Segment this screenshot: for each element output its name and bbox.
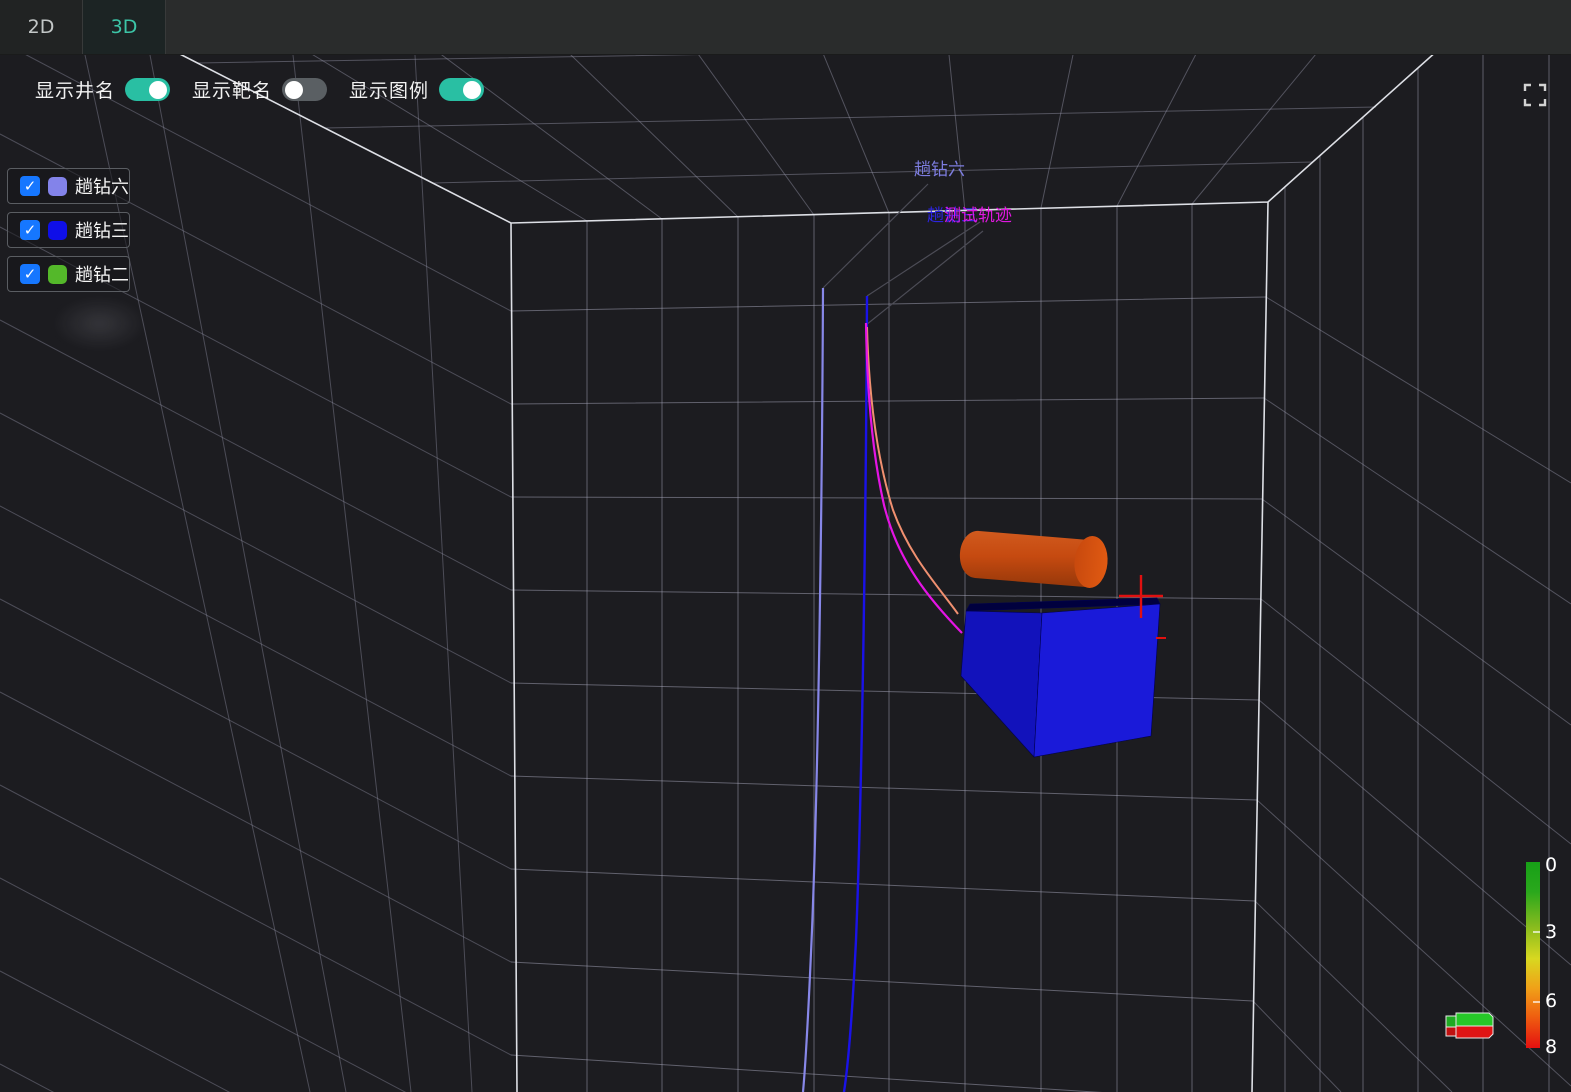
fullscreen-icon [1522,82,1548,108]
legend-item-run2[interactable]: ✓ 趟钻二 [7,256,130,292]
toggle-switch-legend[interactable] [439,78,484,101]
scene-label-test-track: 测试轨迹 [944,206,1012,226]
color-swatch [48,221,67,240]
tab-bar: 2D 3D [0,0,1571,55]
toggle-knob [285,81,303,99]
color-swatch [48,177,67,196]
toggle-label-legend: 显示图例 [349,76,429,103]
colorbar-tick-8: 8 [1545,1038,1557,1057]
colorbar-tick-0: 0 [1545,856,1557,875]
tab-2d[interactable]: 2D [0,0,83,54]
target-box-front [1034,604,1160,757]
legend-item-run6[interactable]: ✓ 趟钻六 [7,168,130,204]
trajectory-legend: ✓ 趟钻六 ✓ 趟钻三 ✓ 趟钻二 [7,168,130,292]
well-trajectory-3d-viewer: { "tab_bar": { "tabs": [ {"label": "2D",… [0,0,1571,1092]
color-swatch [48,265,67,284]
watermark-smudge [52,296,147,351]
mini-depth-widget [1446,1013,1493,1038]
legend-item-label: 趟钻三 [75,217,129,243]
toggle-label-well-names: 显示井名 [35,76,115,103]
toggle-knob [149,81,167,99]
toggle-knob [463,81,481,99]
scene-canvas-3d[interactable]: 趟钻六 趟钻三 测试轨迹 [0,0,1571,1092]
display-toggles-toolbar: 显示井名 显示靶名 显示图例 [35,76,484,103]
checkbox-checked-icon[interactable]: ✓ [20,176,40,196]
toggle-switch-target-names[interactable] [282,78,327,101]
fullscreen-button[interactable] [1522,82,1548,108]
legend-item-run3[interactable]: ✓ 趟钻三 [7,212,130,248]
colorbar-tick-3: 3 [1545,923,1557,942]
legend-item-label: 趟钻六 [75,173,129,199]
depth-colorbar: 0 3 6 8 [1526,862,1540,1048]
legend-item-label: 趟钻二 [75,261,129,287]
toggle-group-legend: 显示图例 [349,76,484,103]
checkbox-checked-icon[interactable]: ✓ [20,220,40,240]
colorbar-tick-6: 6 [1545,992,1557,1011]
tab-3d[interactable]: 3D [83,0,166,54]
colorbar-notch [1533,931,1540,933]
toggle-switch-well-names[interactable] [125,78,170,101]
scene-background [0,0,1571,1092]
toggle-group-well-names: 显示井名 [35,76,170,103]
scene-label-run6: 趟钻六 [914,160,965,180]
toggle-group-target-names: 显示靶名 [192,76,327,103]
toggle-label-target-names: 显示靶名 [192,76,272,103]
checkbox-checked-icon[interactable]: ✓ [20,264,40,284]
colorbar-notch [1533,1001,1540,1003]
